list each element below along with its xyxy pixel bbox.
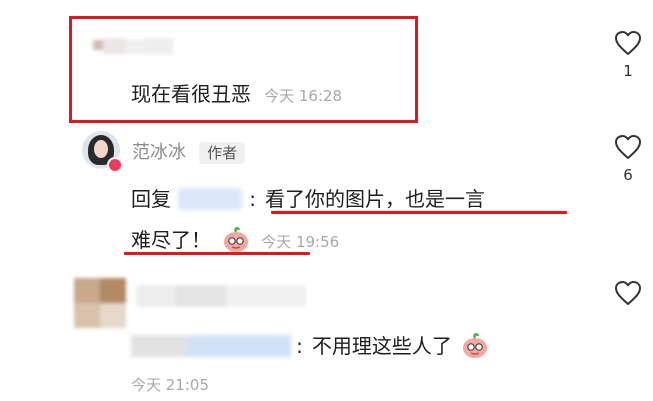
reply-line-3: : 不用理这些人了 bbox=[131, 330, 489, 363]
like-button[interactable]: 1 bbox=[608, 30, 648, 80]
timestamp-row: 今天 21:05 bbox=[131, 374, 209, 395]
verified-badge-icon bbox=[107, 157, 123, 173]
author-name[interactable]: 范冰冰 bbox=[132, 142, 186, 163]
heart-icon bbox=[615, 31, 641, 55]
mention-blurred[interactable] bbox=[178, 188, 243, 210]
emoji-sticker-icon bbox=[461, 333, 489, 363]
timestamp: 今天 16:28 bbox=[264, 87, 343, 105]
reply-colon: : bbox=[249, 187, 256, 211]
timestamp: 今天 21:05 bbox=[131, 376, 209, 394]
like-count: 6 bbox=[623, 166, 633, 184]
blurred-username bbox=[136, 285, 306, 307]
author-row: 范冰冰 作者 bbox=[132, 138, 246, 164]
blurred-reply-target bbox=[131, 335, 291, 357]
reply-colon: : bbox=[296, 334, 303, 358]
heart-icon bbox=[615, 281, 641, 305]
like-count: 1 bbox=[623, 62, 633, 80]
comment-text: 不用理这些人了 bbox=[311, 334, 452, 358]
timestamp: 今天 19:56 bbox=[261, 233, 340, 251]
comment-text: 看了你的图片，也是一言 bbox=[265, 187, 486, 211]
heart-icon bbox=[615, 135, 641, 159]
blurred-username bbox=[93, 38, 175, 56]
comment-1: 现在看很丑恶 今天 16:28 bbox=[131, 78, 342, 107]
reply-line-1: 回复 : 看了你的图片，也是一言 bbox=[131, 183, 485, 212]
avatar-blurred[interactable] bbox=[74, 278, 126, 328]
author-badge: 作者 bbox=[199, 142, 246, 164]
underline-1 bbox=[271, 211, 567, 214]
comment-text: 现在看很丑恶 bbox=[131, 82, 251, 106]
comment-text-cont: 难尽了！ bbox=[131, 228, 211, 252]
reply-prefix: 回复 bbox=[131, 187, 171, 211]
like-button[interactable] bbox=[608, 280, 648, 310]
like-button[interactable]: 6 bbox=[608, 134, 648, 184]
underline-2 bbox=[124, 252, 310, 255]
